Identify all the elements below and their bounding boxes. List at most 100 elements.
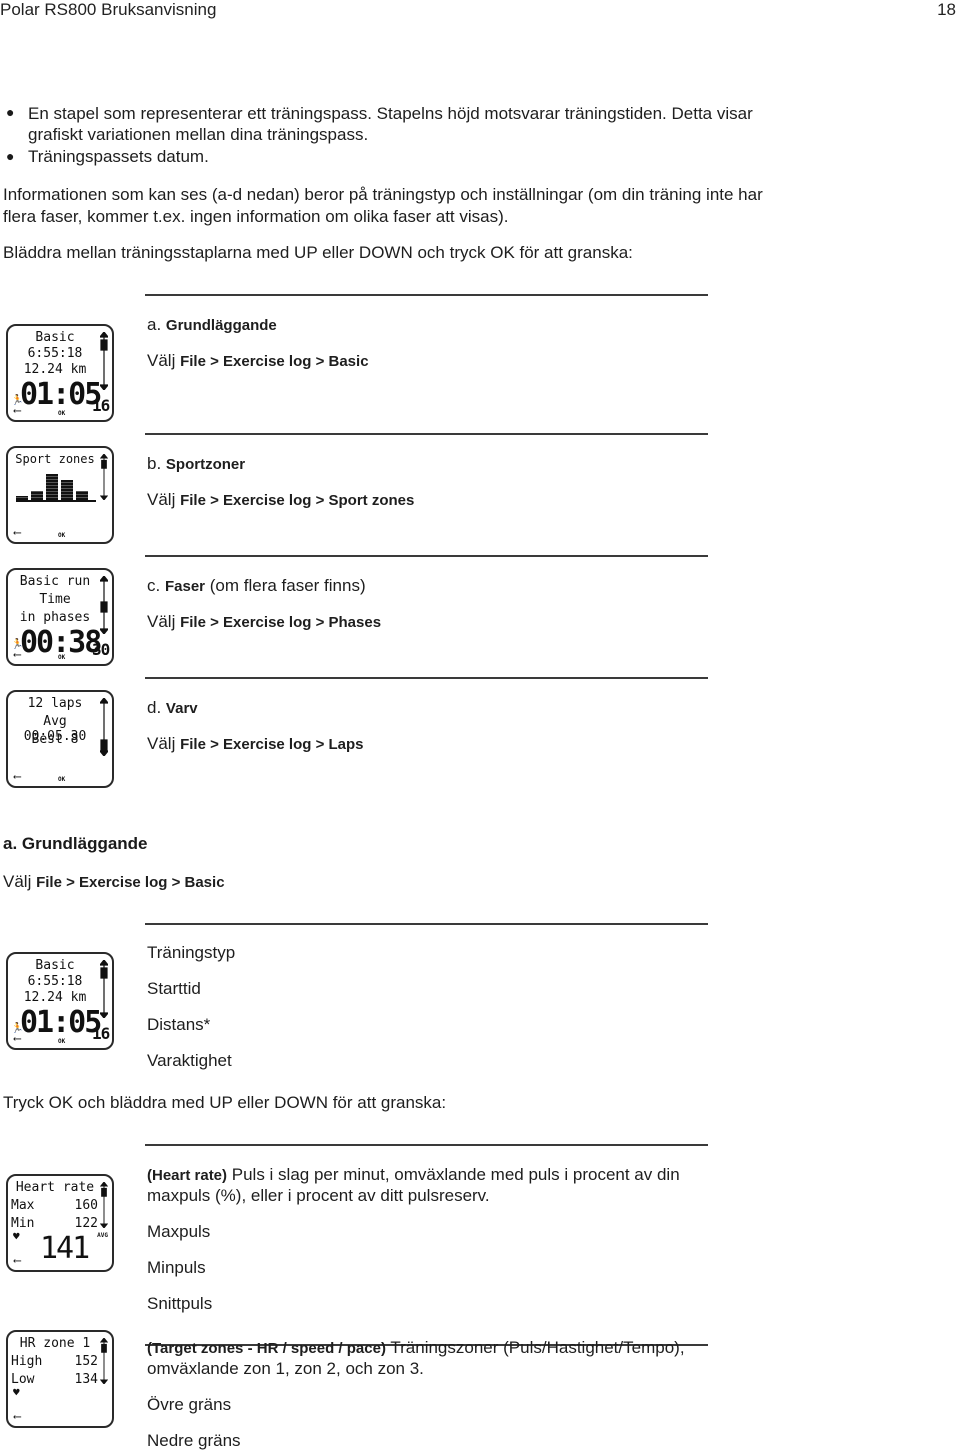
watch-line: Sport zones [15,452,95,466]
watch-big-readout: 141 [40,1231,90,1266]
back-arrow-icon: ⟵ [14,1032,21,1045]
item-label: Snittpuls [147,1294,213,1313]
watch-line: Time [39,592,71,607]
zone-bar-1 [16,496,28,500]
zone-bar-5 [76,491,88,500]
high-value: 152 [74,1354,98,1369]
back-arrow-icon: ⟵ [14,404,21,417]
zone-bar-3 [46,474,58,500]
max-value: 160 [74,1198,98,1213]
scroll-arrows-icon [100,698,108,756]
watch-line: 6:55:18 [27,974,83,989]
option-a-title: a. Grundläggande [147,315,277,334]
ok-label: OK [58,532,66,539]
bullet-text-cont: grafiskt variationen mellan dina träning… [28,125,369,144]
option-c-title: c. Faser (om flera faser finns) [147,576,366,595]
heart-icon: ♥ [13,1386,20,1399]
divider [145,923,708,925]
watch-line: 6:55:18 [27,346,83,361]
field-label: Starttid [147,979,201,998]
option-d-path: Välj File > Exercise log > Laps [147,734,364,753]
watch-line: Basic [35,958,75,973]
watch-big-readout: 01:05 [20,377,102,412]
field-label: Träningstyp [147,943,236,962]
min-label: Min [11,1216,35,1231]
section-path: Välj File > Exercise log > Basic [3,872,225,891]
zone-bar-4 [61,480,73,500]
field-label: Distans* [147,1015,211,1034]
scroll-arrows-icon [100,1182,108,1228]
watch-display-basic: Basic 6:55:18 12.24 km 01:05 16 🏃 ⟵ OK [6,324,114,422]
watch-row-high: High 152 [11,1354,98,1369]
watch-line: Best 8 [31,732,79,747]
zone-bars [16,472,96,502]
watch-line: Basic [35,330,75,345]
ok-label: OK [58,776,66,783]
option-a-path: Välj File > Exercise log > Basic [147,351,369,370]
heart-rate-description-cont: maxpuls (%), eller i procent av ditt pul… [147,1186,490,1205]
scroll-arrows-icon [100,576,108,634]
page-number: 18 [937,0,956,19]
watch-display-phases: Basic run Time in phases 00:38 30 🏃 ⟵ OK [6,568,114,666]
option-b-path: Välj File > Exercise log > Sport zones [147,490,415,509]
watch-line: in phases [19,610,91,625]
min-value: 122 [74,1216,98,1231]
section-title: a. Grundläggande [3,834,148,853]
watch-display-sport-zones: Sport zones ⟵ OK [6,446,114,544]
divider [145,433,708,435]
target-zones-description-cont: omväxlande zon 1, zon 2, och zon 3. [147,1359,424,1378]
back-arrow-icon: ⟵ [14,1254,21,1267]
divider [145,294,708,296]
item-label: Övre gräns [147,1395,232,1414]
max-label: Max [11,1198,35,1213]
watch-display-heart-rate: Heart rate Max 160 Min 122 ♥ AVG 141 ⟵ [6,1174,114,1272]
option-d-title: d. Varv [147,698,198,717]
scroll-arrows-icon [100,960,108,1018]
target-zones-description: (Target zones - HR / speed / pace) Träni… [147,1338,685,1357]
scroll-arrows-icon [100,454,108,500]
watch-line: 12.24 km [23,990,87,1005]
watch-row-low: Low 134 [11,1372,98,1387]
watch-small-readout: 30 [92,640,110,659]
option-b-title: b. Sportzoner [147,454,246,473]
back-arrow-icon: ⟵ [14,526,21,539]
paragraph: flera faser, kommer t.ex. ingen informat… [3,207,509,226]
document-title: Polar RS800 Bruksanvisning [0,0,217,19]
item-label: Minpuls [147,1258,206,1277]
divider [145,555,708,557]
low-value: 134 [74,1372,98,1387]
watch-row-max: Max 160 [11,1198,98,1213]
watch-small-readout: 16 [92,1024,110,1043]
watch-line: 12.24 km [23,362,87,377]
divider [145,1144,708,1146]
divider [145,677,708,679]
back-arrow-icon: ⟵ [14,648,21,661]
paragraph: Bläddra mellan träningsstaplarna med UP … [3,243,633,262]
paragraph: Informationen som kan ses (a-d nedan) be… [3,185,763,204]
avg-label: AVG [97,1232,108,1239]
scroll-arrows-icon [100,1338,108,1384]
zone-bar-2 [31,491,43,500]
heart-rate-description: (Heart rate) Puls i slag per minut, omvä… [147,1165,680,1184]
item-label: Nedre gräns [147,1431,241,1450]
watch-line: Basic run [19,574,91,589]
high-label: High [11,1354,43,1369]
bullet-icon: ● [6,148,15,164]
watch-display-laps: 12 laps Avg 00:05.30 Best 8 ⟵ OK [6,690,114,788]
ok-label: OK [58,654,66,661]
bullet-text: En stapel som representerar ett tränings… [28,104,753,123]
watch-big-readout: 01:05 [20,1005,102,1040]
bullet-icon: ● [6,104,15,120]
ok-label: OK [58,410,66,417]
item-label: Maxpuls [147,1222,211,1241]
watch-display-hr-zone: HR zone 1 High 152 Low 134 ♥ ⟵ [6,1330,114,1428]
bullet-text: Träningspassets datum. [28,147,209,166]
watch-row-min: Min 122 [11,1216,98,1231]
scroll-arrows-icon [100,332,108,390]
watch-line: Heart rate [15,1180,95,1195]
watch-line: HR zone 1 [19,1336,91,1351]
back-arrow-icon: ⟵ [14,1410,21,1423]
watch-display-basic-detail: Basic 6:55:18 12.24 km 01:05 16 🏃 ⟵ OK [6,952,114,1050]
field-label: Varaktighet [147,1051,232,1070]
watch-small-readout: 16 [92,396,110,415]
